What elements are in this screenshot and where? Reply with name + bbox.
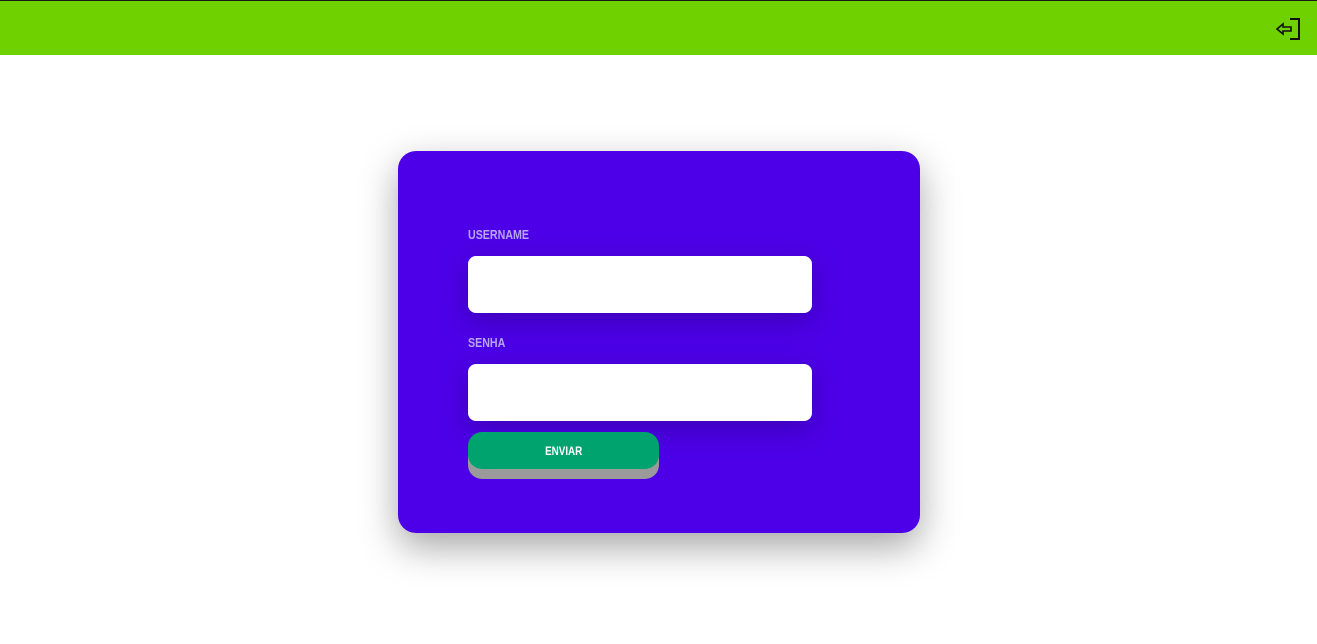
login-card: USERNAME SENHA ENVIAR	[398, 151, 920, 533]
submit-button[interactable]: ENVIAR	[468, 432, 659, 469]
submit-button-wrapper: ENVIAR	[468, 432, 659, 479]
password-input[interactable]	[468, 364, 812, 421]
top-bar	[0, 0, 1317, 55]
password-label: SENHA	[468, 335, 506, 350]
logout-button[interactable]	[1275, 15, 1303, 43]
logout-icon	[1276, 18, 1300, 40]
login-form: USERNAME SENHA ENVIAR	[468, 227, 812, 479]
username-label: USERNAME	[468, 227, 530, 242]
username-input[interactable]	[468, 256, 812, 313]
submit-button-label: ENVIAR	[544, 443, 583, 458]
